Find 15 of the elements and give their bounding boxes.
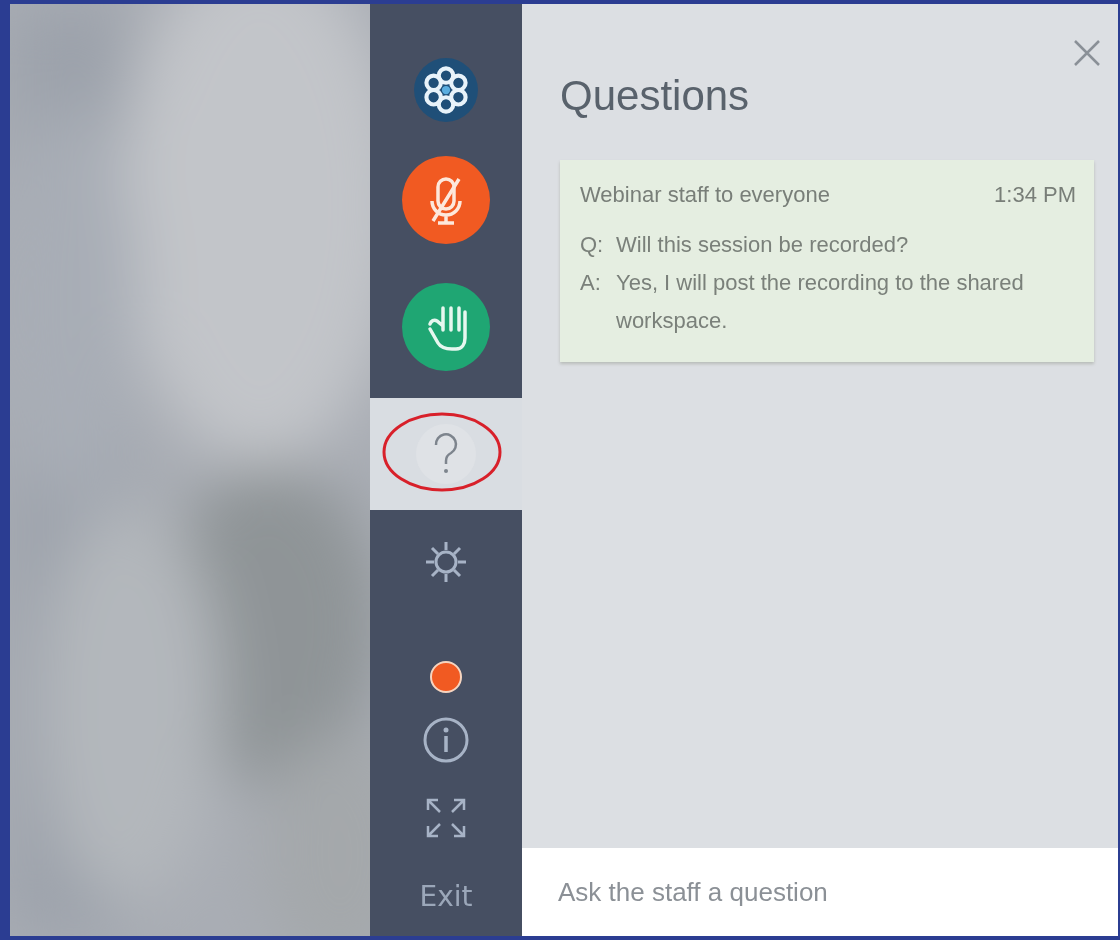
message-text: Will this session be recorded? — [616, 231, 910, 259]
message-text: Yes, I will post the recording to the shared workspace. — [616, 269, 1025, 335]
exit-button[interactable]: Exit — [415, 879, 477, 913]
fullscreen-icon[interactable] — [424, 796, 468, 840]
line-prefix: Q: — [580, 231, 605, 259]
info-icon[interactable] — [422, 716, 470, 764]
message-sender: Webinar staff to everyone — [580, 182, 830, 208]
question-input[interactable]: Ask the staff a question — [522, 848, 1118, 936]
raised-hand-icon[interactable] — [401, 282, 491, 372]
line-prefix: A: — [580, 269, 602, 297]
panel-title: Questions — [560, 72, 750, 120]
close-icon[interactable] — [1072, 38, 1102, 68]
message-time: 1:34 PM — [994, 182, 1076, 208]
selected-tab[interactable] — [416, 424, 476, 484]
muted-microphone-icon[interactable] — [401, 155, 491, 245]
